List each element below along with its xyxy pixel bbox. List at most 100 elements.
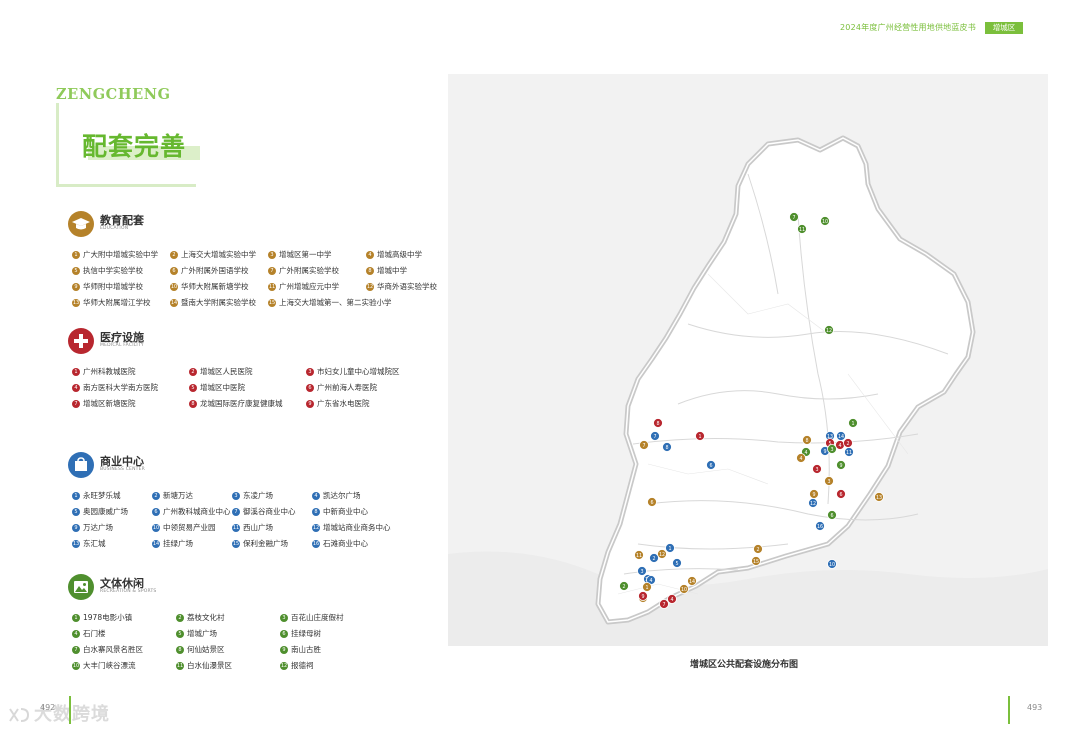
legend-number-badge: 7 <box>72 645 80 654</box>
map-marker-education-14[interactable]: 14 <box>687 576 697 586</box>
legend-item-label: 百花山庄度假村 <box>291 613 344 622</box>
section-subtitle: MEDICAL FACILITY <box>100 343 144 348</box>
map-marker-medical-1[interactable]: 1 <box>695 431 705 441</box>
brand-english-title: ZENGCHENG <box>56 86 175 103</box>
map-marker-education-7[interactable]: 7 <box>639 440 649 450</box>
map-marker-education-6[interactable]: 6 <box>647 497 657 507</box>
map-marker-business-14[interactable]: 14 <box>836 431 846 441</box>
legend-number-badge: 6 <box>280 629 288 638</box>
legend-item-label: 石滩商业中心 <box>323 539 368 548</box>
map-marker-business-6[interactable]: 6 <box>706 460 716 470</box>
map-marker-label: 11 <box>636 553 642 559</box>
legend-number-badge: 1 <box>72 491 80 500</box>
legend-item-label: 荔枝文化村 <box>187 613 225 622</box>
district-map[interactable]: 7 10 11 12 1 13 14 5 4 2 8 4 9 3 11 9 3 3 4 9 6 12 13 6 16 8 7 1 7 8 6… <box>448 74 1048 646</box>
map-marker-business-10[interactable]: 10 <box>827 559 837 569</box>
map-marker-education-3[interactable]: 3 <box>824 476 834 486</box>
legend-item: 1 永旺梦乐城 <box>72 490 121 501</box>
legend-number-badge: 2 <box>176 613 184 622</box>
map-marker-business-7[interactable]: 7 <box>650 431 660 441</box>
map-marker-recreation-7[interactable]: 7 <box>789 212 799 222</box>
watermark-logo: 大数跨境 <box>8 700 110 726</box>
map-marker-recreation-6[interactable]: 6 <box>827 510 837 520</box>
map-marker-medical-7[interactable]: 7 <box>659 599 669 609</box>
map-marker-label: 6 <box>650 500 653 506</box>
map-marker-business-3[interactable]: 3 <box>637 566 647 576</box>
map-marker-label: 16 <box>817 524 823 530</box>
map-marker-business-8[interactable]: 8 <box>662 442 672 452</box>
legend-item: 4 南方医科大学南方医院 <box>72 382 158 393</box>
legend-item: 12 增城站商业商务中心 <box>312 522 391 533</box>
legend-item: 6 广外附属外国语学校 <box>170 265 249 276</box>
map-marker-education-10[interactable]: 10 <box>679 584 689 594</box>
legend-item-label: 广州增城应元中学 <box>279 282 339 291</box>
map-marker-label: 10 <box>829 562 835 568</box>
map-marker-business-16[interactable]: 16 <box>815 521 825 531</box>
map-marker-education-15[interactable]: 15 <box>751 556 761 566</box>
legend-item-label: 增城区新塘医院 <box>83 399 136 408</box>
map-marker-business-5[interactable]: 5 <box>672 558 682 568</box>
legend-number-badge: 3 <box>306 367 314 376</box>
legend-item: 1 1978电影小镇 <box>72 612 132 623</box>
map-marker-business-12[interactable]: 12 <box>808 498 818 508</box>
legend-number-badge: 6 <box>152 507 160 516</box>
legend-number-badge: 7 <box>72 399 80 408</box>
legend-item-label: 广州前海人寿医院 <box>317 383 377 392</box>
map-marker-education-4[interactable]: 4 <box>796 453 806 463</box>
map-marker-medical-3[interactable]: 3 <box>812 464 822 474</box>
legend-item: 2 上海交大增城实验中学 <box>170 249 256 260</box>
legend-item-label: 广州教科城商业中心 <box>163 507 231 516</box>
legend-item-label: 增城区中医院 <box>200 383 245 392</box>
legend-item-label: 东汇城 <box>83 539 106 548</box>
map-marker-recreation-3[interactable]: 3 <box>827 444 837 454</box>
map-marker-education-1[interactable]: 1 <box>642 582 652 592</box>
map-marker-medical-9[interactable]: 9 <box>638 591 648 601</box>
legend-number-badge: 8 <box>189 399 197 408</box>
page-divider-left <box>69 696 71 724</box>
legend-item-label: 御溪谷商业中心 <box>243 507 296 516</box>
legend-item: 12 华商外语实验学校 <box>366 281 437 292</box>
legend-item: 8 中新商业中心 <box>312 506 368 517</box>
legend-item-label: 报德祠 <box>291 661 314 670</box>
legend-item: 4 凯达尔广场 <box>312 490 361 501</box>
legend-number-badge: 3 <box>268 250 276 259</box>
map-marker-education-13[interactable]: 13 <box>874 492 884 502</box>
map-marker-recreation-11[interactable]: 11 <box>797 224 807 234</box>
legend-number-badge: 2 <box>170 250 178 259</box>
map-marker-recreation-1[interactable]: 1 <box>848 418 858 428</box>
legend-item: 7 御溪谷商业中心 <box>232 506 296 517</box>
section-subtitle: BUSINESS CENTER <box>100 467 145 472</box>
legend-item-label: 增城广场 <box>187 629 217 638</box>
legend-item-label: 白水仙瀑景区 <box>187 661 232 670</box>
map-marker-medical-8[interactable]: 8 <box>653 418 663 428</box>
map-marker-education-2[interactable]: 2 <box>753 544 763 554</box>
legend-item: 5 增城区中医院 <box>189 382 245 393</box>
legend-item: 2 荔枝文化村 <box>176 612 225 623</box>
map-marker-medical-4[interactable]: 4 <box>835 440 845 450</box>
map-marker-education-11[interactable]: 11 <box>634 550 644 560</box>
map-marker-label: 6 <box>839 492 842 498</box>
map-marker-business-1[interactable]: 1 <box>665 543 675 553</box>
map-marker-business-11[interactable]: 11 <box>844 447 854 457</box>
legend-item-label: 中新商业中心 <box>323 507 368 516</box>
legend-number-badge: 9 <box>306 399 314 408</box>
legend-item: 9 南山古胜 <box>280 644 321 655</box>
map-marker-label: 8 <box>665 445 668 451</box>
map-marker-business-2[interactable]: 2 <box>649 553 659 563</box>
legend-number-badge: 9 <box>72 523 80 532</box>
map-marker-medical-4[interactable]: 4 <box>667 594 677 604</box>
legend-item: 4 石门楼 <box>72 628 106 639</box>
map-marker-recreation-2[interactable]: 2 <box>619 581 629 591</box>
legend-item: 7 白水寨风景名胜区 <box>72 644 143 655</box>
map-marker-label: 1 <box>645 585 648 591</box>
map-marker-medical-6[interactable]: 6 <box>836 489 846 499</box>
map-marker-label: 3 <box>640 569 643 575</box>
map-marker-education-12[interactable]: 12 <box>657 549 667 559</box>
map-marker-medical-2[interactable]: 2 <box>843 438 853 448</box>
map-marker-education-9[interactable]: 9 <box>809 489 819 499</box>
legend-item-label: 南方医科大学南方医院 <box>83 383 158 392</box>
map-marker-recreation-10[interactable]: 10 <box>820 216 830 226</box>
map-marker-recreation-9[interactable]: 9 <box>836 460 846 470</box>
map-marker-recreation-12[interactable]: 12 <box>824 325 834 335</box>
map-marker-education-8[interactable]: 8 <box>802 435 812 445</box>
